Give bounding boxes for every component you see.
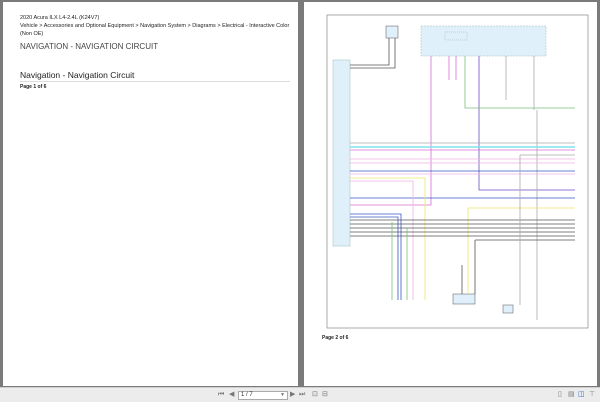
continuous-icon[interactable]: ▤ xyxy=(568,391,575,399)
pdf-toolbar: ⏮ ◀ 1 / 7 ▼ ▶ ⏭ ⊡ ⊟ ▯ ▤ ◫ ⊤ xyxy=(0,387,600,402)
fit-width-icon[interactable]: ⊟ xyxy=(322,391,328,399)
last-page-icon[interactable]: ⏭ xyxy=(299,391,305,399)
wiring-diagram xyxy=(326,14,589,329)
fuse-relay-box xyxy=(420,25,547,57)
first-page-icon[interactable]: ⏮ xyxy=(218,391,224,399)
page-dropdown-icon[interactable]: ▼ xyxy=(280,391,285,399)
fit-page-icon[interactable]: ⊡ xyxy=(312,391,318,399)
navigation-unit-connector xyxy=(332,59,351,247)
single-page-icon[interactable]: ▯ xyxy=(558,391,562,399)
antenna-component xyxy=(385,25,399,39)
switch-component xyxy=(502,304,514,314)
two-page-icon[interactable]: ◫ xyxy=(578,391,585,399)
book-view-icon[interactable]: ⊤ xyxy=(589,391,595,399)
speaker-component xyxy=(452,293,476,305)
next-page-icon[interactable]: ▶ xyxy=(290,391,295,399)
prev-page-icon[interactable]: ◀ xyxy=(229,391,234,399)
